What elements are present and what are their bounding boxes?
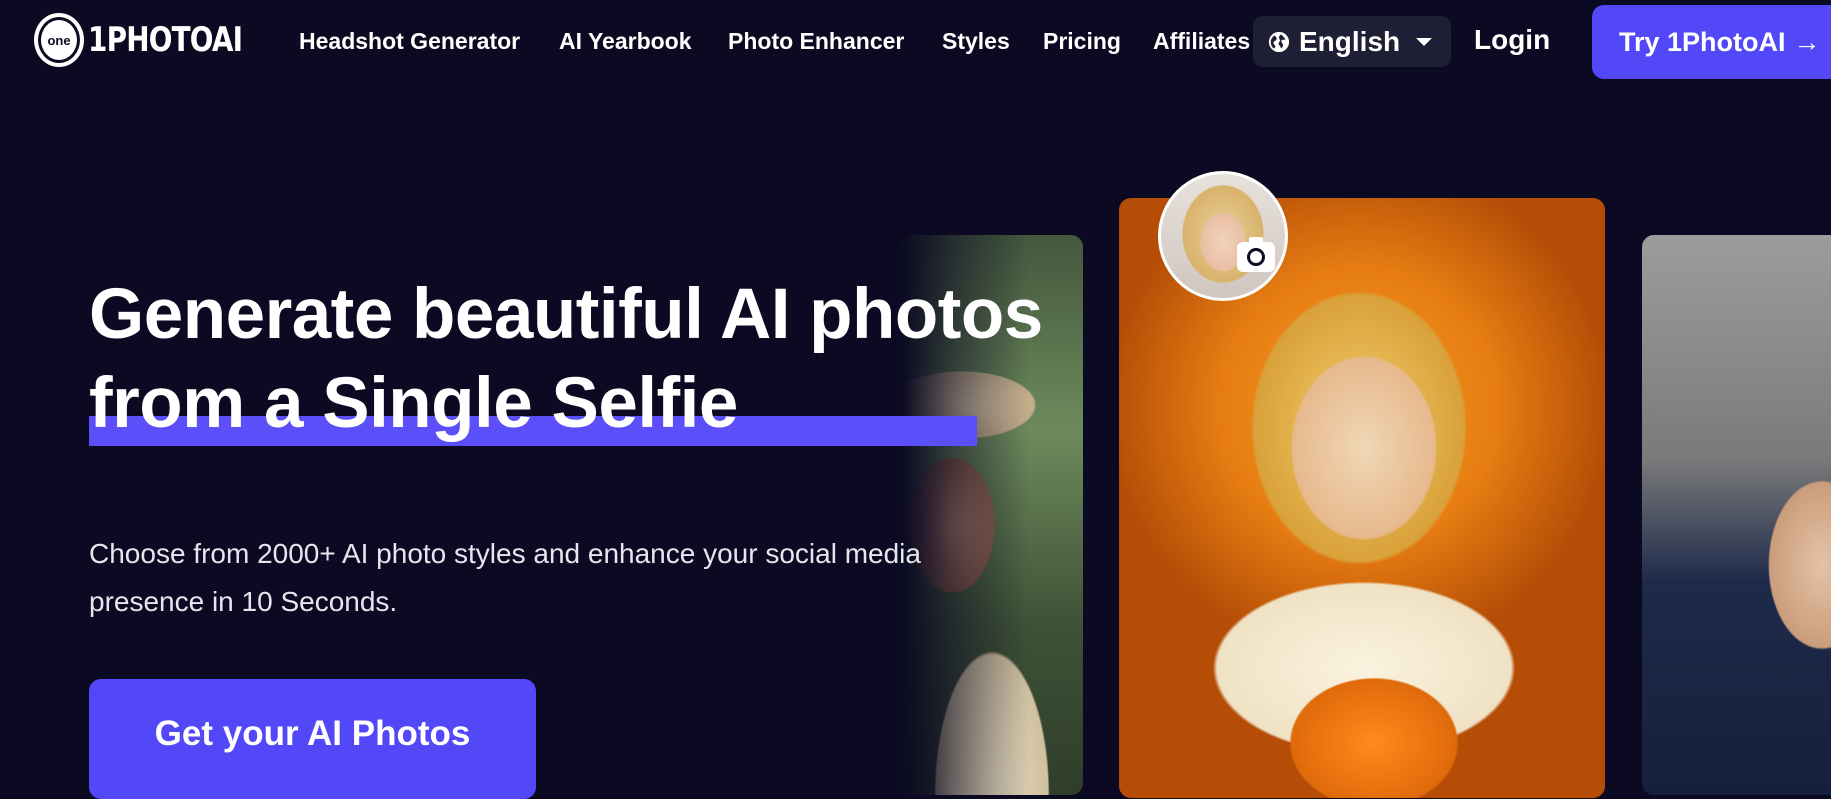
get-ai-photos-button[interactable]: Get your AI Photos: [89, 679, 536, 799]
hero-image-football-player: [1642, 235, 1831, 795]
arrow-right-icon: →: [1793, 26, 1821, 57]
chevron-down-icon: [1416, 37, 1433, 46]
hero-title-line-1: Generate beautiful AI photos: [89, 275, 1043, 354]
globe-icon: [1268, 31, 1290, 52]
try-button-label: Try 1PhotoAI: [1619, 26, 1786, 57]
hero-subtitle: Choose from 2000+ AI photo styles and en…: [89, 538, 921, 617]
nav-link-headshot-generator[interactable]: Headshot Generator: [299, 28, 520, 55]
try-1photoai-button[interactable]: Try 1PhotoAI →: [1592, 5, 1831, 79]
camera-icon: [1237, 237, 1275, 272]
top-navigation: one 1PHOTOAI Headshot Generator AI Yearb…: [0, 0, 1831, 84]
language-selector[interactable]: English: [1253, 16, 1451, 67]
login-link[interactable]: Login: [1474, 24, 1550, 56]
logo-mark-text: one: [45, 32, 73, 48]
language-label: English: [1299, 25, 1401, 57]
nav-link-pricing[interactable]: Pricing: [1043, 28, 1121, 55]
selfie-avatar: [1158, 171, 1288, 301]
nav-link-photo-enhancer[interactable]: Photo Enhancer: [728, 28, 904, 55]
nav-link-styles[interactable]: Styles: [942, 28, 1010, 55]
logo-icon: one: [34, 13, 84, 67]
brand-logo[interactable]: one 1PHOTOAI: [34, 13, 276, 67]
nav-link-ai-yearbook[interactable]: AI Yearbook: [559, 28, 692, 55]
hero-title-line-2: from a Single Selfie: [89, 364, 738, 443]
hero-title: Generate beautiful AI photos from a Sing…: [89, 270, 1043, 448]
camera-lens: [1247, 248, 1265, 266]
nav-link-affiliates[interactable]: Affiliates: [1153, 28, 1250, 55]
cta-button-label: Get your AI Photos: [154, 714, 471, 753]
brand-name: 1PHOTOAI: [88, 20, 243, 60]
